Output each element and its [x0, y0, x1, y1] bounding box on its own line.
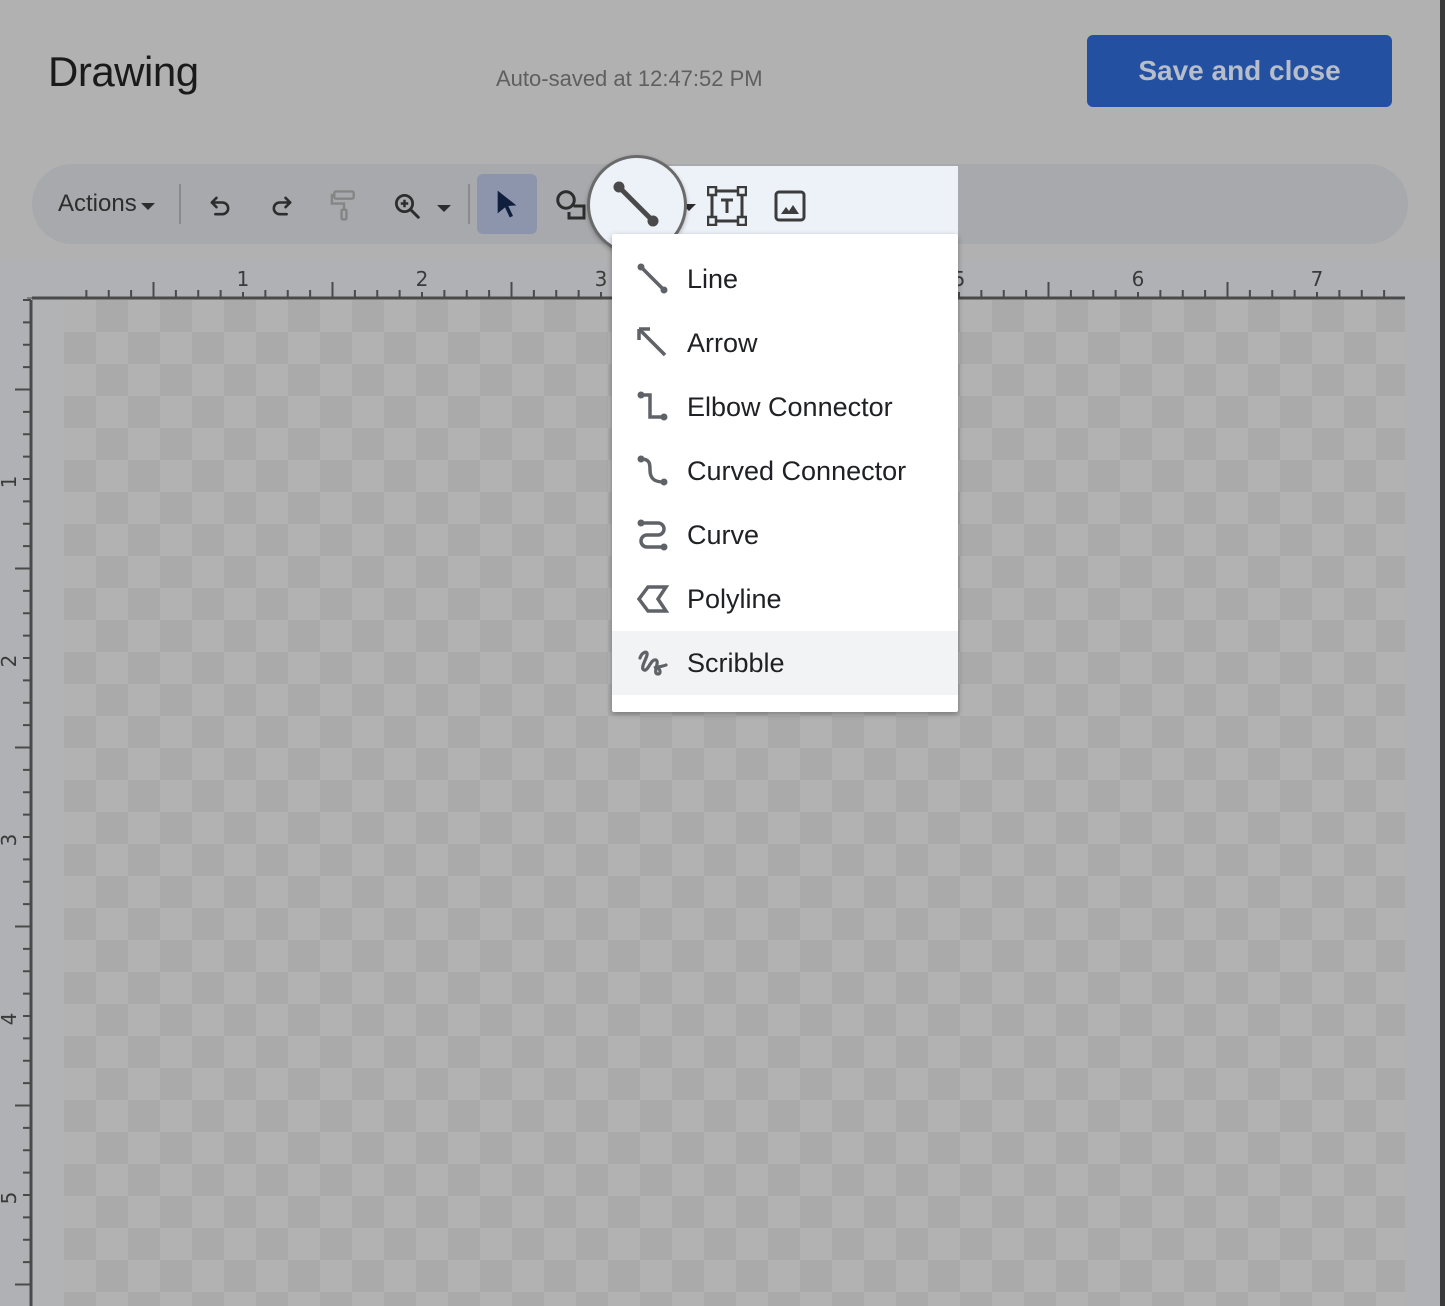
vertical-ruler-label: 3 — [0, 834, 21, 847]
menu-item-label: Line — [687, 263, 739, 294]
menu-item-label: Polyline — [687, 583, 782, 614]
horizontal-ruler-label: 3 — [595, 267, 608, 291]
menu-item-label: Arrow — [687, 327, 758, 358]
line-type-menu: Line Arrow Elbow Connector Curved Connec… — [612, 234, 958, 712]
text-box-icon — [706, 185, 748, 227]
zoom-in-icon — [395, 194, 420, 219]
undo-button[interactable] — [200, 186, 240, 226]
menu-item-elbow-connector[interactable]: Elbow Connector — [612, 375, 958, 439]
chevron-down-icon — [437, 204, 451, 212]
menu-item-curved-connector[interactable]: Curved Connector — [612, 439, 958, 503]
image-icon — [774, 190, 806, 222]
vertical-ruler-label: 1 — [0, 476, 21, 489]
polyline-icon — [636, 585, 670, 613]
line-icon — [613, 181, 659, 227]
drawing-dialog: Drawing Auto-saved at 12:47:52 PM Save a… — [0, 0, 1445, 1306]
menu-item-curve[interactable]: Curve — [612, 503, 958, 567]
arrow-icon — [637, 327, 667, 357]
paint-roller-icon — [330, 190, 355, 221]
horizontal-ruler-label: 6 — [1132, 267, 1145, 291]
chevron-down-icon — [140, 202, 155, 210]
menu-item-line[interactable]: Line — [612, 247, 958, 311]
menu-item-label: Curve — [687, 519, 760, 550]
menu-item-scribble[interactable]: Scribble — [612, 631, 958, 695]
toolbar-divider — [179, 184, 181, 224]
horizontal-ruler-label: 1 — [237, 267, 250, 291]
scribble-icon — [638, 650, 668, 676]
menu-item-polyline[interactable]: Polyline — [612, 567, 958, 631]
horizontal-ruler-label: 2 — [416, 267, 429, 291]
vertical-ruler-label: 4 — [0, 1013, 21, 1026]
actions-menu-button[interactable]: Actions — [58, 184, 155, 224]
curve-icon — [637, 519, 668, 551]
cursor-arrow-icon — [497, 190, 517, 218]
autosave-status: Auto-saved at 12:47:52 PM — [496, 66, 763, 91]
menu-item-arrow[interactable]: Arrow — [612, 311, 958, 375]
horizontal-ruler-label: 7 — [1311, 267, 1324, 291]
dialog-title: Drawing — [48, 48, 199, 95]
window-edge — [1440, 0, 1445, 1306]
toolbar-divider — [468, 184, 470, 224]
redo-button[interactable] — [262, 186, 302, 226]
paint-format-button[interactable] — [324, 186, 364, 226]
save-and-close-button[interactable]: Save and close — [1087, 35, 1392, 107]
redo-icon — [272, 196, 292, 216]
menu-item-label: Elbow Connector — [687, 391, 893, 422]
text-box-button[interactable] — [706, 185, 748, 231]
curved-connector-icon — [637, 455, 668, 486]
actions-label: Actions — [58, 190, 137, 217]
menu-item-label: Curved Connector — [687, 455, 907, 486]
menu-item-label: Scribble — [687, 647, 785, 678]
zoom-button[interactable] — [387, 186, 427, 226]
line-icon — [637, 263, 668, 294]
undo-icon — [210, 196, 230, 216]
select-tool-button[interactable] — [477, 174, 537, 234]
vertical-ruler-label: 5 — [0, 1192, 21, 1205]
vertical-ruler-label: 2 — [0, 655, 21, 668]
zoom-dropdown-button[interactable] — [430, 194, 454, 218]
image-button[interactable] — [774, 190, 806, 227]
elbow-connector-icon — [637, 391, 668, 421]
shape-icon — [556, 190, 586, 220]
